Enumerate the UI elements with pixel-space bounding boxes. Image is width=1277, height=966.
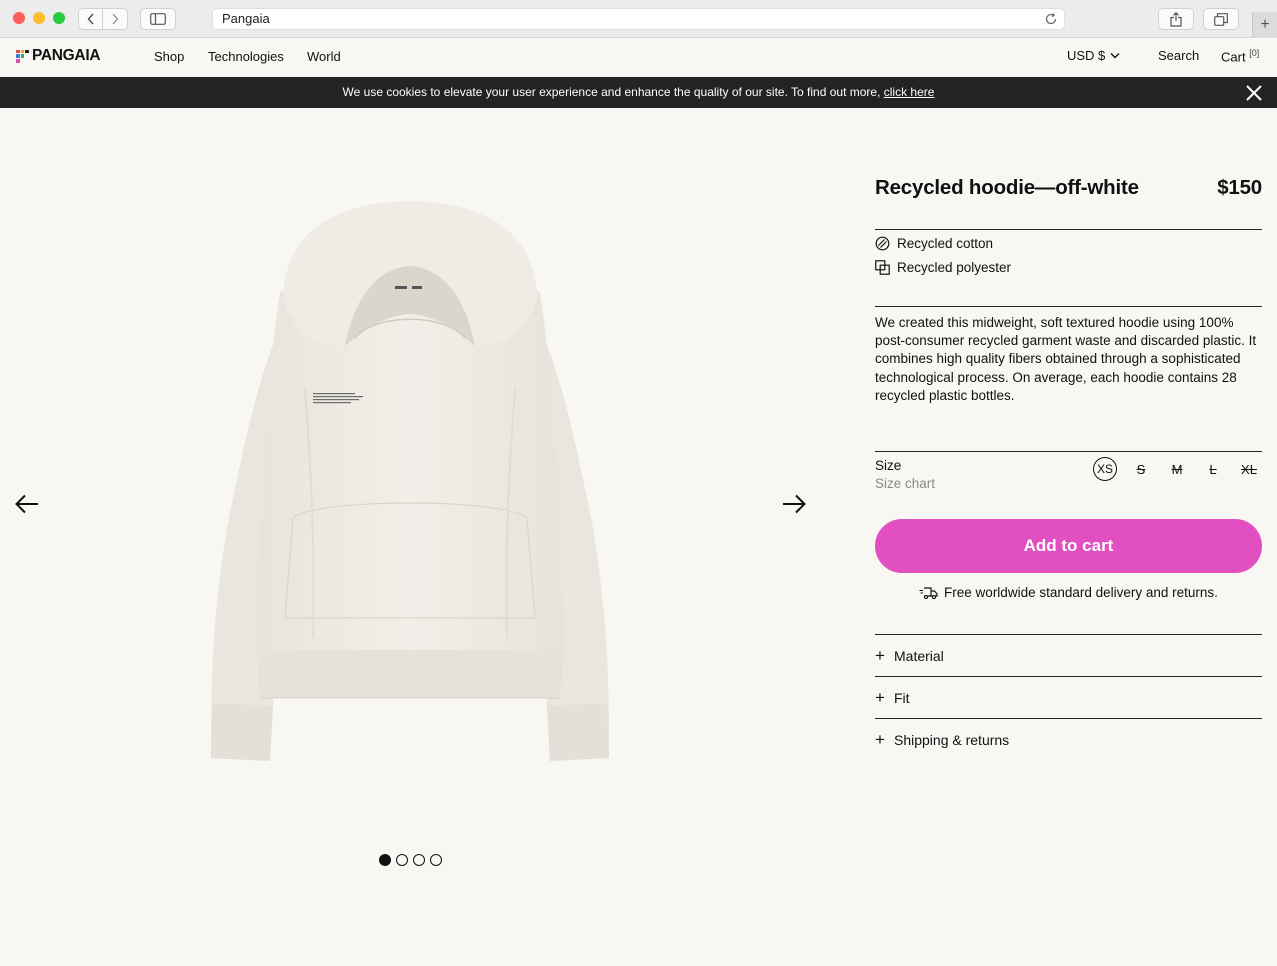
size-option-xs[interactable]: XS xyxy=(1093,457,1117,481)
size-option-xl: XL xyxy=(1241,461,1257,477)
nav-shop[interactable]: Shop xyxy=(154,49,184,64)
size-chart-link[interactable]: Size chart xyxy=(875,476,935,491)
nav-technologies[interactable]: Technologies xyxy=(208,49,284,64)
currency-selector[interactable]: USD $ xyxy=(1067,48,1120,63)
zoom-window-button[interactable] xyxy=(53,12,65,24)
gallery-pagination xyxy=(379,854,442,866)
product-description: We created this midweight, soft textured… xyxy=(875,315,1257,403)
accordion-fit[interactable]: + Fit xyxy=(875,676,1262,718)
nav-world[interactable]: World xyxy=(307,49,341,64)
tab-overview-button[interactable] xyxy=(1203,8,1239,30)
tabs-icon xyxy=(1214,12,1228,26)
sidebar-icon xyxy=(150,13,166,25)
sidebar-toggle-button[interactable] xyxy=(140,8,176,30)
delivery-truck-icon xyxy=(919,586,938,599)
cart-count: [0] xyxy=(1249,48,1260,58)
logo-text: PANGAIA xyxy=(32,47,101,64)
recycled-polyester-icon xyxy=(875,260,890,275)
gallery-dot[interactable] xyxy=(379,854,391,866)
cart-link[interactable]: Cart [0] xyxy=(1221,48,1259,64)
accordion-label: Material xyxy=(894,647,944,664)
minimize-window-button[interactable] xyxy=(33,12,45,24)
share-button[interactable] xyxy=(1158,8,1194,30)
feature-recycled-cotton: Recycled cotton xyxy=(875,236,993,251)
pangaia-logo[interactable]: PANGAIA xyxy=(16,47,101,65)
cookie-link[interactable]: click here xyxy=(884,85,935,99)
forward-button[interactable] xyxy=(103,8,128,30)
plus-icon: + xyxy=(875,646,885,665)
accordion-label: Shipping & returns xyxy=(894,731,1010,748)
feature-label: Recycled polyester xyxy=(897,260,1012,275)
accordion-label: Fit xyxy=(894,689,910,706)
size-selector: XS S M L XL xyxy=(1093,457,1261,481)
currency-label: USD $ xyxy=(1067,48,1106,63)
address-text: Pangaia xyxy=(222,11,270,26)
close-window-button[interactable] xyxy=(13,12,25,24)
back-button[interactable] xyxy=(78,8,103,30)
size-label: Size xyxy=(875,458,902,473)
site-header: PANGAIA Shop Technologies World USD $ Se… xyxy=(0,38,1277,77)
size-option-l: L xyxy=(1209,461,1217,477)
share-icon xyxy=(1170,11,1182,27)
gallery-dot[interactable] xyxy=(430,854,442,866)
plus-icon: + xyxy=(1260,16,1270,33)
product-title: Recycled hoodie—off-white xyxy=(875,176,1139,199)
hoodie-product-image[interactable] xyxy=(205,198,615,768)
cookie-banner: We use cookies to elevate your user expe… xyxy=(0,77,1277,108)
divider xyxy=(875,306,1262,307)
plus-icon: + xyxy=(875,688,885,707)
feature-label: Recycled cotton xyxy=(897,236,994,251)
divider xyxy=(875,451,1262,452)
size-option-m: M xyxy=(1171,461,1183,477)
arrow-right-icon[interactable] xyxy=(781,491,807,517)
divider xyxy=(875,229,1262,230)
logo-mark-icon xyxy=(16,49,29,63)
size-option-s: S xyxy=(1136,461,1146,477)
accordion-material[interactable]: + Material xyxy=(875,634,1262,676)
chevron-down-icon xyxy=(1110,53,1120,59)
plus-icon: + xyxy=(875,730,885,749)
product-title-row: Recycled hoodie—off-white $150 xyxy=(875,176,1262,200)
gallery-dot[interactable] xyxy=(396,854,408,866)
product-price: $150 xyxy=(1217,176,1262,199)
address-bar[interactable]: Pangaia xyxy=(212,8,1065,30)
cookie-text: We use cookies to elevate your user expe… xyxy=(342,85,881,99)
reload-icon[interactable] xyxy=(1044,12,1058,26)
delivery-info: Free worldwide standard delivery and ret… xyxy=(875,585,1262,600)
feature-recycled-polyester: Recycled polyester xyxy=(875,260,1011,275)
new-tab-button[interactable]: + xyxy=(1252,12,1277,38)
search-link[interactable]: Search xyxy=(1158,48,1199,63)
gallery-dot[interactable] xyxy=(413,854,425,866)
recycled-cotton-icon xyxy=(875,236,890,251)
close-icon[interactable] xyxy=(1245,84,1263,102)
delivery-text: Free worldwide standard delivery and ret… xyxy=(944,585,1218,600)
accordion-shipping-returns[interactable]: + Shipping & returns xyxy=(875,718,1262,760)
browser-toolbar: Pangaia + xyxy=(0,0,1277,38)
add-to-cart-button[interactable]: Add to cart xyxy=(875,519,1262,573)
chevron-right-icon xyxy=(112,13,119,25)
cart-label: Cart xyxy=(1221,49,1246,65)
arrow-left-icon[interactable] xyxy=(14,491,40,517)
chevron-left-icon xyxy=(86,13,94,25)
product-gallery xyxy=(0,108,820,966)
